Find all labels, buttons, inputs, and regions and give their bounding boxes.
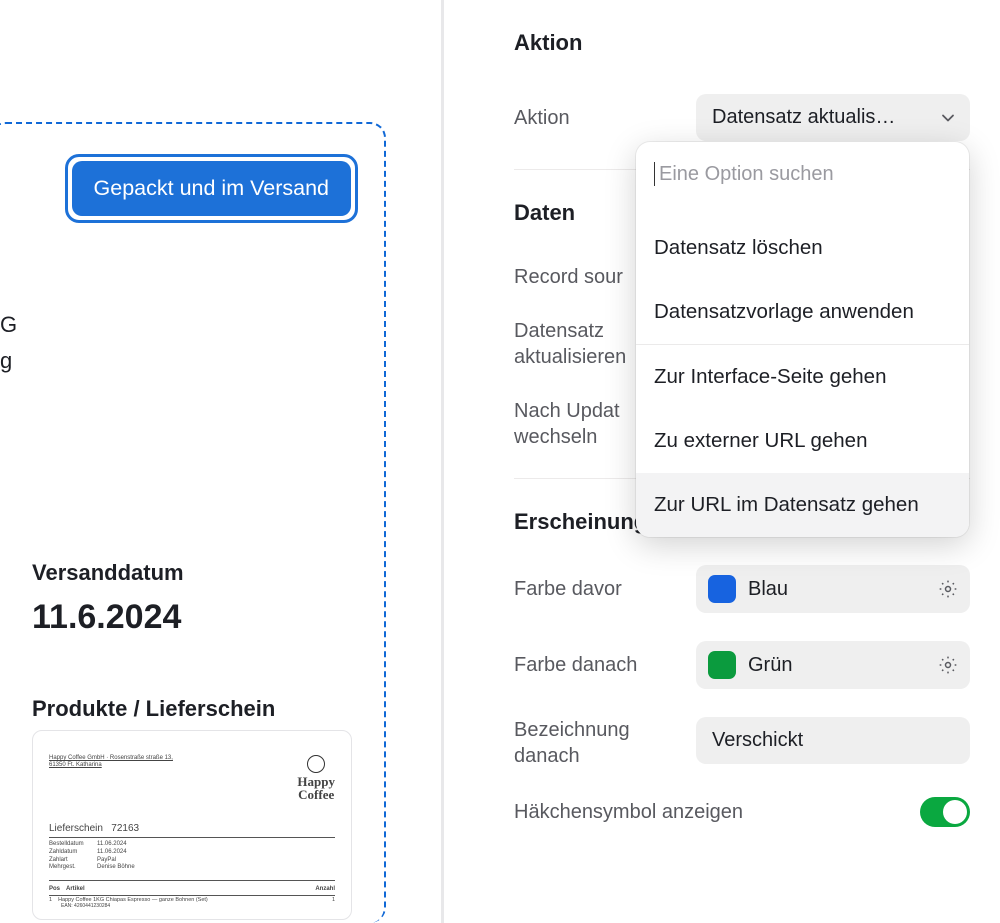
farbe-davor-label: Farbe davor bbox=[514, 576, 684, 602]
color-swatch-green bbox=[708, 651, 736, 679]
doc-table-header: Pos Artikel Anzahl bbox=[49, 884, 335, 894]
haken-label: Häkchensymbol anzeigen bbox=[514, 799, 920, 825]
products-label: Produkte / Lieferschein bbox=[32, 696, 275, 722]
dropdown-search-input[interactable]: Eine Option suchen bbox=[636, 148, 969, 200]
delivery-note-thumbnail[interactable]: Happy Coffee GmbH · Rosenstraße straße 1… bbox=[32, 730, 352, 920]
aktion-dropdown: Eine Option suchen Datensatz löschen Dat… bbox=[636, 142, 969, 537]
gear-icon[interactable] bbox=[938, 579, 958, 599]
doc-title: Lieferschein 72163 bbox=[49, 823, 335, 834]
haken-toggle[interactable] bbox=[920, 797, 970, 827]
bezeichnung-danach-input[interactable]: Verschickt bbox=[696, 717, 970, 764]
farbe-danach-select[interactable]: Grün bbox=[696, 641, 970, 689]
dropdown-item-delete-record[interactable]: Datensatz löschen bbox=[636, 216, 969, 280]
dropdown-item-goto-interface[interactable]: Zur Interface-Seite gehen bbox=[636, 345, 969, 409]
gear-icon[interactable] bbox=[938, 655, 958, 675]
text-cursor bbox=[654, 162, 655, 186]
packed-shipping-button[interactable]: Gepackt und im Versand bbox=[72, 161, 351, 216]
doc-ean: EAN: 4260441230284 bbox=[49, 903, 335, 909]
color-swatch-blue bbox=[708, 575, 736, 603]
dropdown-item-goto-external-url[interactable]: Zu externer URL gehen bbox=[636, 409, 969, 473]
cropped-text: g bbox=[0, 348, 12, 374]
aktion-field-label: Aktion bbox=[514, 105, 684, 131]
dropdown-item-goto-record-url[interactable]: Zur URL im Datensatz gehen bbox=[636, 473, 969, 537]
doc-logo: Happy Coffee bbox=[297, 755, 335, 801]
farbe-davor-select[interactable]: Blau bbox=[696, 565, 970, 613]
chevron-down-icon bbox=[940, 110, 956, 126]
dropdown-item-apply-template[interactable]: Datensatzvorlage anwenden bbox=[636, 280, 969, 344]
shipping-date-value: 11.6.2024 bbox=[32, 598, 181, 637]
aktion-select[interactable]: Datensatz aktualis… bbox=[696, 94, 970, 141]
cropped-text: G bbox=[0, 312, 17, 338]
button-focus-ring: Gepackt und im Versand bbox=[65, 154, 358, 223]
doc-meta: Bestelldatum11.06.2024 Zahldatum11.06.20… bbox=[49, 841, 335, 872]
doc-sender-address: Happy Coffee GmbH · Rosenstraße straße 1… bbox=[49, 755, 189, 769]
aktion-section-title: Aktion bbox=[514, 30, 970, 56]
shipping-date-label: Versanddatum bbox=[32, 560, 184, 586]
bezeichnung-danach-label: Bezeichnung danach bbox=[514, 717, 684, 769]
farbe-danach-label: Farbe danach bbox=[514, 652, 684, 678]
